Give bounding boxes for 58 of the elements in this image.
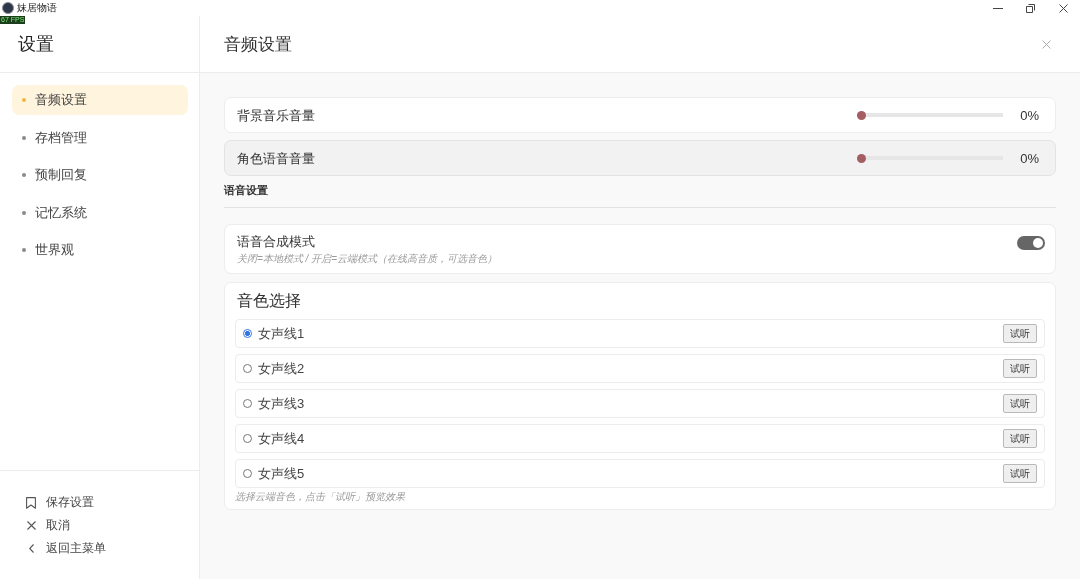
voice-label: 女声线3 [258,394,306,413]
app-logo-icon [2,2,14,14]
voice-option[interactable]: 女声线2 试听 [235,354,1045,383]
bullet-dot-icon [22,173,26,177]
setting-label: 角色语音音量 [237,149,316,167]
voice-option[interactable]: 女声线1 试听 [235,319,1045,348]
section-title: 语音设置 [224,183,269,197]
voice-hint: 选择云端音色，点击「试听」预览效果 [235,491,406,503]
preview-button[interactable]: 试听 [1003,464,1037,483]
radio-button[interactable] [243,364,252,373]
toggle-switch[interactable] [1017,236,1045,250]
volume-slider[interactable] [857,153,1003,163]
voice-option[interactable]: 女声线5 试听 [235,459,1045,488]
close-icon [1042,39,1051,49]
slider-thumb[interactable] [857,153,866,163]
window-title: 妹居物语 [17,2,57,14]
radio-button[interactable] [243,434,252,443]
volume-reading: 0% [1019,107,1039,123]
radio-button[interactable] [243,469,252,478]
bullet-dot-icon [22,98,26,102]
voice-label: 女声线1 [258,324,306,343]
setting-label: 背景音乐音量 [237,106,316,124]
voice-label: 女声线2 [258,359,306,378]
page-title: 音频设置 [224,33,292,56]
sidebar-action[interactable]: 返回主菜单 [26,537,106,560]
volume-reading: 0% [1019,150,1039,166]
slider-thumb[interactable] [857,110,866,120]
voice-label: 女声线4 [258,429,306,448]
restore-icon [1026,3,1035,13]
voice-label: 女声线5 [258,464,306,483]
voice-option[interactable]: 女声线4 试听 [235,424,1045,453]
sidebar-title: 设置 [18,33,54,56]
radio-button[interactable] [243,329,252,338]
sidebar-item[interactable]: 存档管理 [12,122,188,153]
sidebar-item[interactable]: 世界观 [12,235,188,265]
sidebar-action[interactable]: 取消 [26,514,70,537]
sidebar-item[interactable]: 音频设置 [12,85,188,115]
bullet-dot-icon [22,210,26,215]
sidebar-item[interactable]: 预制回复 [12,160,188,190]
setting-label: 语音合成模式 [237,233,316,250]
sidebar-item[interactable]: 记忆系统 [12,197,188,228]
cancel-x-icon [26,521,36,530]
radio-button[interactable] [243,399,252,408]
voice-option[interactable]: 女声线3 试听 [235,389,1045,418]
preview-button[interactable]: 试听 [1003,394,1037,413]
setting-hint: 关闭=本地模式 / 开启=云端模式（在线高音质，可选音色） [237,252,498,265]
preview-button[interactable]: 试听 [1003,324,1037,343]
sidebar-action[interactable]: 保存设置 [26,491,94,514]
volume-slider[interactable] [857,110,1003,120]
minimize-icon [992,7,1003,9]
bookmark-icon [26,496,36,509]
setting-label: 音色选择 [236,291,302,311]
close-icon [1059,3,1068,13]
bullet-dot-icon [22,248,26,252]
preview-button[interactable]: 试听 [1003,359,1037,378]
preview-button[interactable]: 试听 [1003,429,1037,448]
bullet-dot-icon [22,135,26,140]
chevron-left-icon [28,544,34,553]
